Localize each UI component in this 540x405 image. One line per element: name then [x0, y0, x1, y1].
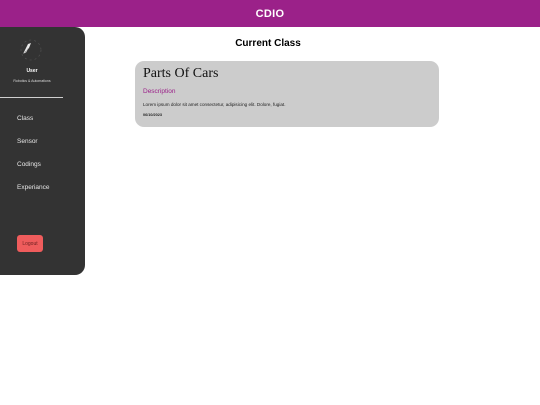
class-card[interactable]: Parts Of Cars Description Lorem ipsum do… — [135, 61, 439, 127]
description-label: Description — [143, 88, 176, 95]
user-name: User — [26, 68, 38, 74]
page-title: Current Class — [235, 38, 301, 49]
sidebar: User Robotics & Automations Class Sensor… — [0, 27, 85, 275]
sidebar-item-experiance[interactable]: Experiance — [17, 184, 50, 191]
sidebar-item-codings[interactable]: Codings — [17, 161, 41, 168]
app-title: CDIO — [255, 7, 285, 20]
class-description: Lorem ipsum dolor sit amet consectetur, … — [143, 102, 286, 107]
sidebar-item-class[interactable]: Class — [17, 115, 33, 122]
app-header: CDIO — [0, 0, 540, 27]
logout-button[interactable]: Logout — [17, 235, 43, 252]
user-avatar-icon — [20, 39, 42, 61]
class-title: Parts Of Cars — [143, 66, 219, 81]
sidebar-divider — [0, 97, 63, 98]
sidebar-item-sensor[interactable]: Sensor — [17, 138, 38, 145]
user-role: Robotics & Automations — [13, 79, 51, 83]
class-date: 06/10/2023 — [143, 113, 163, 117]
